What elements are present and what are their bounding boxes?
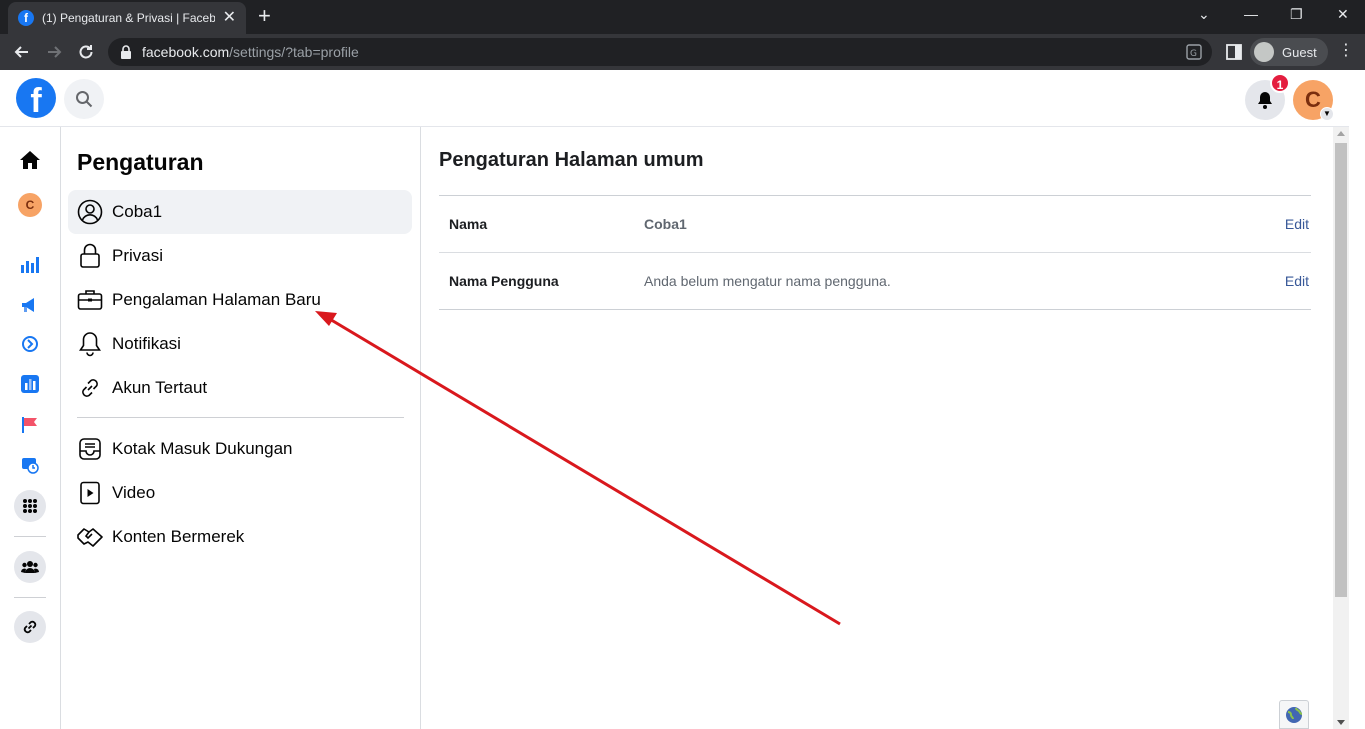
- settings-nav-item-linked-accounts[interactable]: Akun Tertaut: [68, 366, 412, 410]
- left-icon-rail: C: [0, 127, 61, 729]
- row-value: Anda belum mengatur nama pengguna.: [644, 273, 891, 289]
- people-icon[interactable]: [14, 551, 46, 583]
- settings-nav-item-video[interactable]: Video: [68, 471, 412, 515]
- nav-label: Pengalaman Halaman Baru: [112, 290, 321, 309]
- settings-nav-item-new-pages-experience[interactable]: Pengalaman Halaman Baru: [68, 278, 412, 322]
- nav-label: Video: [112, 483, 156, 502]
- tab-search-chevron-icon[interactable]: ⌄: [1198, 6, 1210, 23]
- facebook-header: f 1 C ▼: [0, 70, 1365, 127]
- profile-avatar[interactable]: C: [18, 193, 42, 217]
- profile-circle-icon: [76, 198, 104, 226]
- nav-label: Akun Tertaut: [112, 378, 208, 397]
- apps-grid-icon[interactable]: [14, 490, 46, 522]
- link-icon[interactable]: [14, 611, 46, 643]
- language-globe-button[interactable]: [1279, 700, 1309, 729]
- insights-icon[interactable]: [18, 252, 42, 276]
- row-label: Nama Pengguna: [449, 273, 559, 289]
- address-bar[interactable]: facebook.com/settings/?tab=profile G: [108, 38, 1212, 66]
- url-path: /settings/?tab=profile: [229, 44, 359, 60]
- row-value: Coba1: [644, 216, 687, 232]
- edit-name-link[interactable]: Edit: [1285, 216, 1309, 232]
- row-label: Nama: [449, 216, 488, 232]
- inbox-icon: [76, 435, 104, 463]
- scheduler-icon[interactable]: [18, 453, 42, 477]
- main-content: Pengaturan Halaman umum Nama Coba1 Edit …: [422, 127, 1332, 729]
- tab-title: (1) Pengaturan & Privasi | Facebook: [42, 11, 215, 25]
- browser-tabbar: f (1) Pengaturan & Privasi | Facebook ✕ …: [0, 0, 1365, 34]
- rail-divider: [14, 536, 46, 537]
- restore-icon[interactable]: ❐: [1290, 6, 1303, 23]
- stats-icon[interactable]: [18, 372, 42, 396]
- rail-divider: [14, 597, 46, 598]
- link-icon: [76, 374, 104, 402]
- browser-menu-icon[interactable]: ⋮: [1338, 43, 1354, 59]
- settings-nav-item-privacy[interactable]: Privasi: [68, 234, 412, 278]
- page-title: Pengaturan Halaman umum: [439, 149, 704, 171]
- minimize-icon[interactable]: —: [1244, 6, 1258, 22]
- settings-nav-item-notifications[interactable]: Notifikasi: [68, 322, 412, 366]
- search-button[interactable]: [64, 79, 104, 119]
- facebook-logo-icon[interactable]: f: [16, 78, 56, 118]
- scroll-down-arrow-icon[interactable]: [1337, 720, 1345, 725]
- reload-icon[interactable]: [76, 42, 96, 62]
- notification-badge: 1: [1270, 73, 1290, 93]
- forward-arrow-icon[interactable]: [44, 42, 64, 62]
- svg-text:G: G: [1190, 49, 1197, 59]
- new-tab-plus-icon[interactable]: +: [258, 5, 271, 27]
- settings-nav-item-profile[interactable]: Coba1: [68, 190, 412, 234]
- page-scrollbar[interactable]: [1333, 127, 1349, 729]
- guest-avatar-icon: [1254, 42, 1274, 62]
- nav-divider: [77, 417, 404, 418]
- nav-label: Konten Bermerek: [112, 527, 245, 546]
- flag-icon[interactable]: [18, 413, 42, 437]
- settings-row-username[interactable]: Nama Pengguna Anda belum mengatur nama p…: [439, 253, 1311, 310]
- video-icon: [76, 479, 104, 507]
- facebook-favicon-icon: f: [18, 10, 34, 26]
- window-close-icon[interactable]: ✕: [1337, 6, 1349, 23]
- browser-tab[interactable]: f (1) Pengaturan & Privasi | Facebook ✕: [8, 2, 246, 34]
- nav-label: Kotak Masuk Dukungan: [112, 439, 293, 458]
- creator-icon[interactable]: [18, 332, 42, 356]
- close-tab-icon[interactable]: ✕: [223, 10, 236, 26]
- briefcase-icon: [76, 286, 104, 314]
- browser-toolbar: facebook.com/settings/?tab=profile G Gue…: [0, 34, 1365, 70]
- settings-row-name[interactable]: Nama Coba1 Edit: [439, 196, 1311, 253]
- settings-nav-item-branded-content[interactable]: Konten Bermerek: [68, 515, 412, 559]
- bell-icon: [1258, 92, 1272, 109]
- profile-button[interactable]: Guest: [1250, 38, 1328, 66]
- side-panel-icon[interactable]: [1226, 44, 1242, 60]
- url-text: facebook.com/settings/?tab=profile: [142, 44, 359, 60]
- lock-icon[interactable]: [120, 45, 132, 59]
- search-icon: [76, 91, 93, 108]
- translate-icon[interactable]: G: [1186, 44, 1202, 60]
- edit-username-link[interactable]: Edit: [1285, 273, 1309, 289]
- home-icon[interactable]: [18, 148, 42, 172]
- nav-label: Privasi: [112, 246, 164, 265]
- profile-label: Guest: [1282, 44, 1317, 60]
- lock-icon: [76, 242, 104, 270]
- right-edge: [1349, 70, 1365, 729]
- scrollbar-thumb[interactable]: [1335, 143, 1347, 597]
- scroll-up-arrow-icon[interactable]: [1337, 131, 1345, 136]
- url-host: facebook.com: [142, 44, 230, 60]
- settings-table: Nama Coba1 Edit Nama Pengguna Anda belum…: [439, 195, 1311, 310]
- settings-title: Pengaturan: [77, 149, 204, 175]
- nav-label: Notifikasi: [112, 334, 181, 353]
- nav-label: Coba1: [112, 202, 163, 221]
- settings-nav-item-support-inbox[interactable]: Kotak Masuk Dukungan: [68, 427, 412, 471]
- back-arrow-icon[interactable]: [12, 42, 32, 62]
- bell-icon: [76, 330, 104, 358]
- chevron-down-icon[interactable]: ▼: [1320, 107, 1334, 121]
- ads-icon[interactable]: [18, 293, 42, 317]
- settings-nav: Pengaturan Coba1 Privasi Pengalaman Hala…: [61, 127, 421, 729]
- globe-icon: [1286, 706, 1303, 723]
- handshake-icon: [76, 523, 104, 551]
